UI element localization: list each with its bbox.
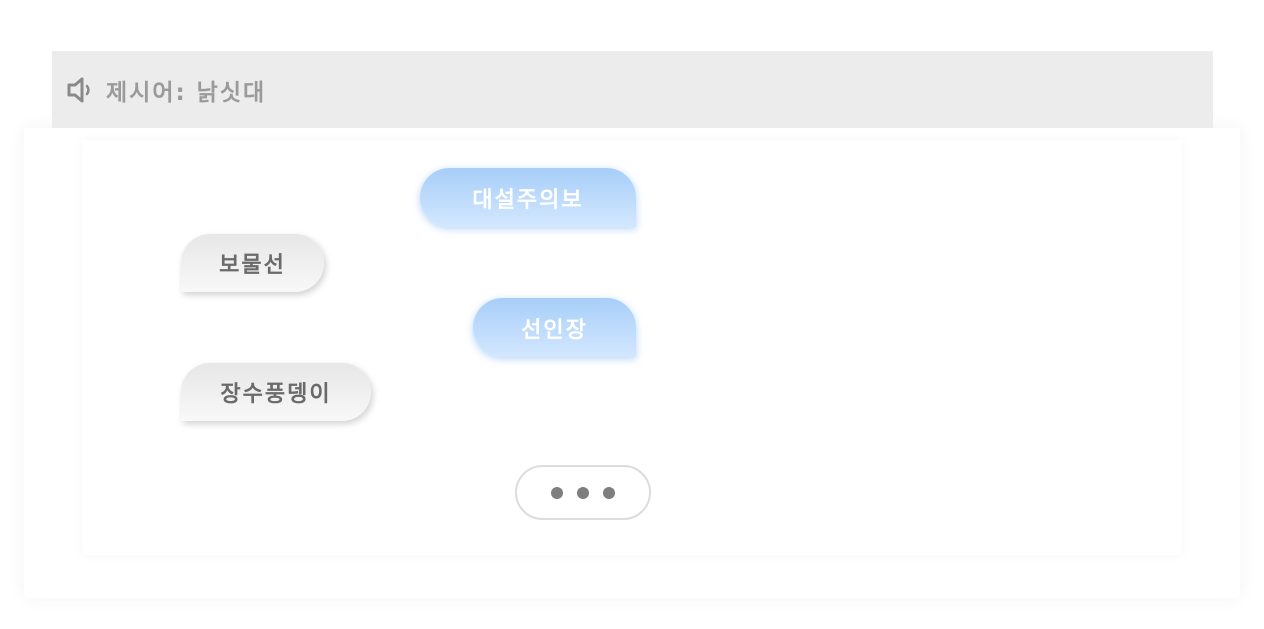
typing-dot	[551, 486, 563, 499]
message-bubble-2: 보물선	[181, 234, 324, 292]
message-text: 보물선	[219, 253, 286, 278]
prompt-text: 제시어: 낡싯대	[106, 79, 267, 106]
typing-indicator	[515, 465, 651, 520]
typing-dot	[603, 486, 615, 499]
speaker-icon[interactable]	[66, 74, 98, 106]
message-text: 대설주의보	[472, 187, 584, 213]
typing-dot	[577, 486, 589, 499]
message-bubble-4: 장수풍뎅이	[181, 363, 371, 421]
prompt-bar: 제시어: 낡싯대	[52, 51, 1213, 128]
message-text: 선인장	[521, 317, 588, 343]
message-bubble-1: 대설주의보	[420, 168, 636, 227]
message-bubble-3: 선인장	[473, 298, 636, 357]
message-text: 장수풍뎅이	[220, 382, 332, 407]
